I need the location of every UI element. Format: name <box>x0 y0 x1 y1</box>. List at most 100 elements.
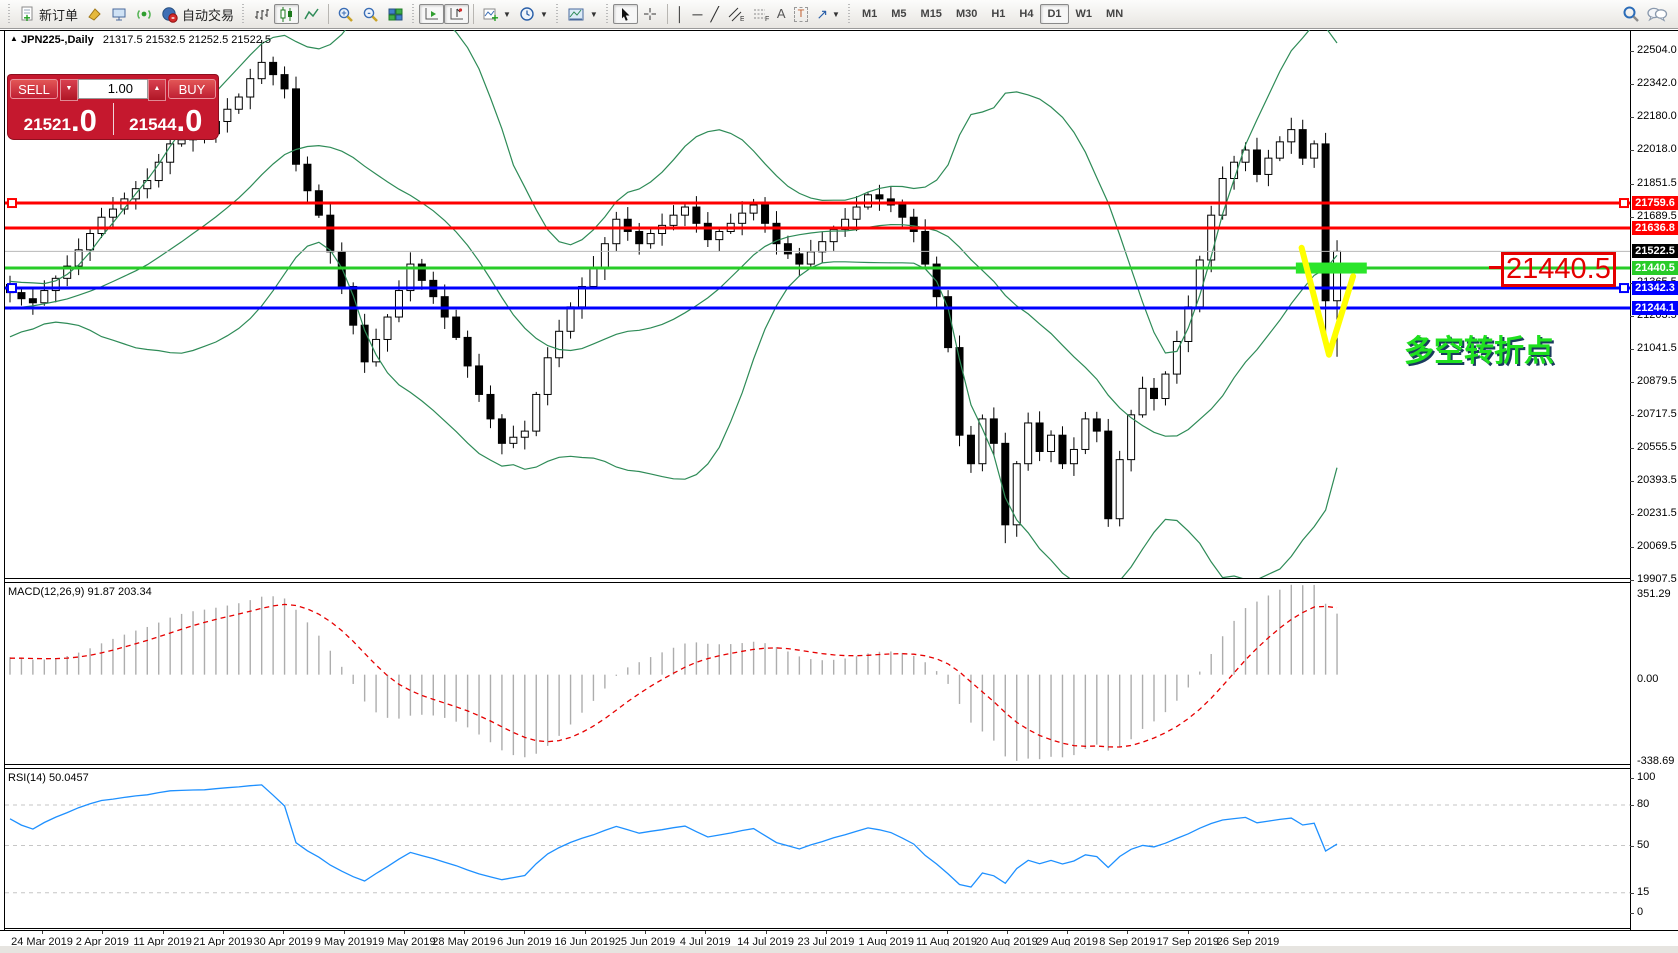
candlestick-chart-icon <box>278 6 295 23</box>
candle-body <box>418 264 425 280</box>
candle-body <box>235 97 242 109</box>
trendline-icon: ╱ <box>710 7 718 21</box>
signal-icon <box>136 6 153 23</box>
bar-chart-icon <box>253 6 270 23</box>
text-icon: A <box>777 7 786 21</box>
timeframe-MN[interactable]: MN <box>1099 4 1130 24</box>
channel-icon: E <box>727 6 744 23</box>
price-callout[interactable]: 21440.5 <box>1501 252 1616 287</box>
candle-body <box>750 205 757 213</box>
bar-chart-button[interactable] <box>249 4 274 24</box>
cursor-button[interactable] <box>613 4 638 24</box>
main-chart-plot[interactable] <box>0 30 1631 578</box>
candle-body <box>990 419 997 443</box>
signals-button[interactable] <box>132 4 157 24</box>
objects-button[interactable] <box>82 4 107 24</box>
search-icon[interactable] <box>1622 5 1640 23</box>
candle-body <box>762 205 769 223</box>
timeframe-M1[interactable]: M1 <box>855 4 884 24</box>
toolbar-grip[interactable] <box>241 4 246 24</box>
fibonacci-button[interactable]: F <box>748 4 773 24</box>
autotrading-icon <box>161 6 179 23</box>
timeframe-D1[interactable]: D1 <box>1040 4 1068 24</box>
vertical-line-button[interactable]: │ <box>672 4 689 24</box>
autotrading-button[interactable]: 自动交易 <box>157 4 238 24</box>
candle-body <box>544 358 551 395</box>
price-axis-label: 22018.0 <box>1637 143 1677 155</box>
candle-body <box>1116 460 1123 519</box>
rsi-pane[interactable] <box>0 768 1631 928</box>
zoom-in-button[interactable]: + <box>333 4 358 24</box>
sell-price[interactable]: 21521.0 <box>8 101 113 137</box>
candle-body <box>144 181 151 189</box>
toolbar-grip[interactable] <box>411 4 416 24</box>
candle-body <box>304 164 311 190</box>
rsi-axis-label: 0 <box>1637 906 1643 918</box>
price-axis-label: 20393.5 <box>1637 474 1677 486</box>
collapse-icon[interactable]: ▲ <box>10 34 18 43</box>
candle-body <box>41 291 48 303</box>
line-handle[interactable] <box>1620 284 1628 292</box>
timeframe-M5[interactable]: M5 <box>884 4 913 24</box>
volume-input[interactable]: 1.00 <box>78 79 148 99</box>
toolbar-grip[interactable] <box>7 4 12 24</box>
toolbar-grip[interactable] <box>555 4 560 24</box>
volume-up-button[interactable]: ▲ <box>148 79 166 101</box>
buy-price[interactable]: 21544.0 <box>114 101 219 137</box>
svg-text:+: + <box>341 8 346 18</box>
crosshair-button[interactable] <box>638 4 663 24</box>
indicators-button[interactable]: + ▼ <box>478 4 515 24</box>
candle-body <box>1288 130 1295 142</box>
candle-body <box>270 62 277 74</box>
text-label-button[interactable]: T <box>790 4 813 24</box>
terminal-button[interactable] <box>107 4 132 24</box>
zoom-out-button[interactable]: - <box>358 4 383 24</box>
trendline-button[interactable]: ╱ <box>706 4 722 24</box>
toolbar-grip[interactable] <box>847 4 852 24</box>
periods-button[interactable]: ▼ <box>515 4 552 24</box>
arrows-button[interactable]: ↗ ▼ <box>812 4 844 24</box>
tile-windows-button[interactable] <box>383 4 408 24</box>
timeframe-M30[interactable]: M30 <box>949 4 984 24</box>
chart-shift-button[interactable] <box>444 4 469 24</box>
line-chart-icon <box>303 6 320 23</box>
candle-body <box>1139 388 1146 414</box>
timeframe-H1[interactable]: H1 <box>984 4 1012 24</box>
line-handle[interactable] <box>8 284 16 292</box>
line-handle[interactable] <box>8 199 16 207</box>
templates-button[interactable]: ▼ <box>563 4 602 24</box>
sell-price-frac: .0 <box>71 107 97 135</box>
line-handle[interactable] <box>1620 199 1628 207</box>
clock-icon <box>519 6 536 23</box>
candle-body <box>1025 423 1032 464</box>
candle-body <box>533 394 540 431</box>
macd-pane[interactable] <box>0 582 1631 764</box>
auto-scroll-button[interactable] <box>419 4 444 24</box>
chat-icon[interactable] <box>1646 5 1668 23</box>
price-axis-label: 20069.5 <box>1637 540 1677 552</box>
rsi-axis-label: 50 <box>1637 839 1649 851</box>
macd-signal-line <box>10 604 1337 747</box>
toolbar-grip[interactable] <box>605 4 610 24</box>
channel-button[interactable]: E <box>723 4 748 24</box>
candle-body <box>945 297 952 348</box>
candlestick-chart-button[interactable] <box>274 4 299 24</box>
line-chart-button[interactable] <box>299 4 324 24</box>
text-button[interactable]: A <box>773 4 790 24</box>
timeframe-W1[interactable]: W1 <box>1069 4 1100 24</box>
new-order-button[interactable]: + 新订单 <box>15 4 82 24</box>
rsi-label: RSI(14) 50.0457 <box>8 772 89 784</box>
horizontal-line-icon: ─ <box>693 7 703 21</box>
timeframe-H4[interactable]: H4 <box>1012 4 1040 24</box>
horizontal-line-button[interactable]: ─ <box>689 4 707 24</box>
candle-body <box>521 431 528 437</box>
volume-down-button[interactable]: ▼ <box>60 79 78 101</box>
sell-button[interactable]: SELL <box>10 79 58 99</box>
timeframe-M15[interactable]: M15 <box>914 4 949 24</box>
candle-body <box>1105 431 1112 519</box>
callout-leader <box>1489 266 1501 269</box>
candle-body <box>350 286 357 325</box>
note-text[interactable]: 多空转折点 <box>1404 326 1554 370</box>
buy-button[interactable]: BUY <box>168 79 216 99</box>
candle-body <box>1253 150 1260 174</box>
